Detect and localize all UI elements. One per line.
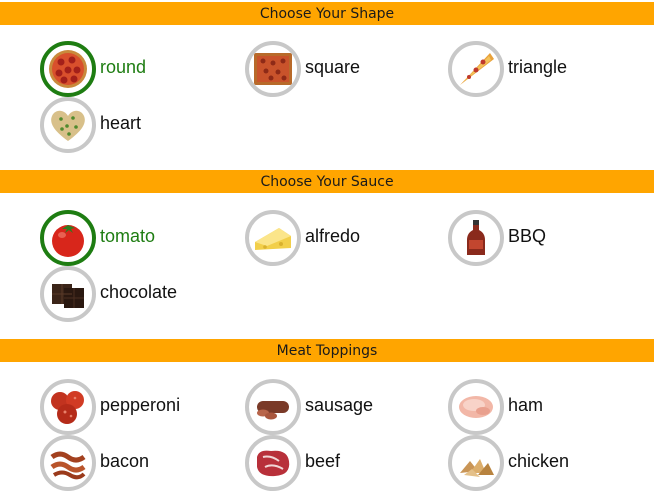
square-pizza-icon <box>245 41 301 97</box>
beef-icon <box>245 435 301 491</box>
sauce-option-label: BBQ <box>508 226 547 246</box>
round-pizza-icon <box>40 41 96 97</box>
pepperoni-icon <box>40 379 96 435</box>
pizza-slice-icon <box>448 41 504 97</box>
shape-section-header: Choose Your Shape <box>0 2 654 25</box>
heart-pizza-icon <box>40 97 96 153</box>
cheese-icon <box>245 210 301 266</box>
meat-option-label: ham <box>508 395 544 415</box>
meat-option-label: sausage <box>305 395 374 415</box>
ham-icon <box>448 379 504 435</box>
chocolate-icon <box>40 266 96 322</box>
bacon-icon <box>40 435 96 491</box>
sauce-option-label: chocolate <box>100 282 178 302</box>
meat-section-title: Meat Toppings <box>276 343 378 359</box>
shape-section-title: Choose Your Shape <box>259 6 395 22</box>
bbq-bottle-icon <box>448 210 504 266</box>
meat-option-label: beef <box>305 451 341 471</box>
meat-option-label: pepperoni <box>100 395 181 415</box>
chicken-icon <box>448 435 504 491</box>
meat-section-header: Meat Toppings <box>0 339 654 362</box>
shape-option-label: heart <box>100 113 142 133</box>
meat-option-label: bacon <box>100 451 150 471</box>
tomato-icon <box>40 210 96 266</box>
sausage-icon <box>245 379 301 435</box>
shape-option-label: square <box>305 57 361 77</box>
sauce-option-label: tomato <box>100 226 156 246</box>
sauce-section-header: Choose Your Sauce <box>0 170 654 193</box>
shape-option-label: round <box>100 57 147 77</box>
sauce-section-title: Choose Your Sauce <box>260 174 394 190</box>
meat-option-label: chicken <box>508 451 570 471</box>
sauce-option-label: alfredo <box>305 226 361 246</box>
shape-option-label: triangle <box>508 57 568 77</box>
